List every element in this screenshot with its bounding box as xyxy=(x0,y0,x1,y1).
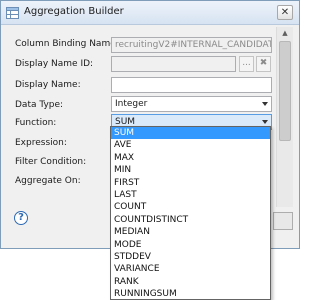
scroll-up-icon[interactable]: ▲ xyxy=(277,27,293,39)
scroll-thumb[interactable] xyxy=(279,41,291,141)
aggregate-on-label: Aggregate On: xyxy=(15,176,81,186)
title-bar[interactable]: Aggregation Builder ✕ xyxy=(1,1,299,25)
function-option-median[interactable]: MEDIAN xyxy=(111,226,270,238)
close-icon: ✕ xyxy=(280,7,290,18)
help-icon[interactable]: ? xyxy=(14,211,28,225)
aggregation-builder-icon xyxy=(6,7,19,19)
function-option-runningsum[interactable]: RUNNINGSUM xyxy=(111,288,270,299)
function-option-sum[interactable]: SUM xyxy=(111,127,270,140)
dialog-title: Aggregation Builder xyxy=(24,6,124,17)
function-option-rank[interactable]: RANK xyxy=(111,276,270,288)
function-option-countdistinct[interactable]: COUNTDISTINCT xyxy=(111,214,270,226)
function-option-count[interactable]: COUNT xyxy=(111,201,270,213)
clear-button[interactable]: ✖ xyxy=(256,56,271,72)
function-option-stddev[interactable]: STDDEV xyxy=(111,251,270,263)
display-name-id-label: Display Name ID: xyxy=(15,59,94,69)
function-option-min[interactable]: MIN xyxy=(111,164,270,176)
display-name-field[interactable] xyxy=(111,77,272,93)
chevron-down-icon xyxy=(262,120,268,124)
data-type-value: Integer xyxy=(115,99,148,109)
function-label: Function: xyxy=(15,118,57,128)
expression-label: Expression: xyxy=(15,138,67,148)
browse-button[interactable]: ... xyxy=(239,56,254,72)
chevron-down-icon xyxy=(262,102,268,106)
function-option-ave[interactable]: AVE xyxy=(111,139,270,151)
data-type-select[interactable]: Integer xyxy=(111,96,272,112)
function-option-variance[interactable]: VARIANCE xyxy=(111,263,270,275)
vertical-scrollbar[interactable]: ▲ xyxy=(276,27,293,207)
column-binding-name-field[interactable]: recruitingV2#INTERNAL_CANDIDATE# xyxy=(111,37,272,53)
close-button[interactable]: ✕ xyxy=(277,5,293,20)
function-option-last[interactable]: LAST xyxy=(111,189,270,201)
data-type-label: Data Type: xyxy=(15,100,64,110)
display-name-label: Display Name: xyxy=(15,80,81,90)
filter-condition-label: Filter Condition: xyxy=(15,157,87,167)
dialog-button[interactable] xyxy=(273,212,293,230)
column-binding-name-label: Column Binding Name: xyxy=(15,39,119,49)
function-option-first[interactable]: FIRST xyxy=(111,177,270,189)
function-option-max[interactable]: MAX xyxy=(111,152,270,164)
function-dropdown-list[interactable]: SUM AVE MAX MIN FIRST LAST COUNT COUNTDISTINCT M… xyxy=(110,126,271,300)
display-name-id-field[interactable] xyxy=(111,56,236,72)
function-option-mode[interactable]: MODE xyxy=(111,239,270,251)
